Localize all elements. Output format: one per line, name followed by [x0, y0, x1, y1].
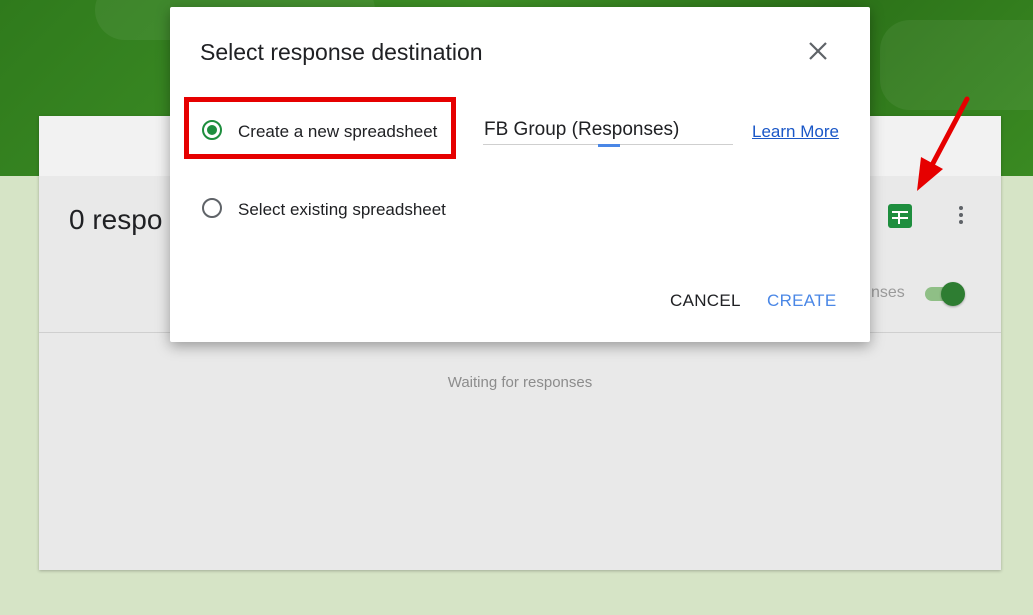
- radio-create-new[interactable]: [202, 120, 222, 140]
- waiting-for-responses-text: Waiting for responses: [447, 374, 593, 391]
- text-selection-marker: [598, 144, 620, 147]
- create-button[interactable]: CREATE: [767, 291, 837, 311]
- red-arrow-annotation: [917, 96, 970, 191]
- learn-more-link[interactable]: Learn More: [752, 122, 839, 142]
- radio-select-existing[interactable]: [202, 198, 222, 218]
- response-count: 0 respo: [69, 204, 163, 235]
- accepting-responses-label: nses: [871, 284, 905, 301]
- dialog-title: Select response destination: [200, 39, 483, 65]
- accepting-responses-toggle[interactable]: [923, 280, 965, 306]
- cancel-button[interactable]: CANCEL: [670, 291, 741, 311]
- option-label-select-existing: Select existing spreadsheet: [238, 200, 446, 219]
- option-label-create-new: Create a new spreadsheet: [238, 122, 438, 141]
- google-sheets-icon[interactable]: [888, 204, 912, 228]
- spreadsheet-name-input[interactable]: [483, 115, 733, 145]
- forms-responses-page: 0 respo nses Waiting for responses Selec…: [0, 0, 1033, 615]
- response-destination-dialog: Select response destination Create a new…: [170, 7, 870, 342]
- more-vert-icon[interactable]: [957, 204, 965, 228]
- close-icon[interactable]: [806, 39, 830, 63]
